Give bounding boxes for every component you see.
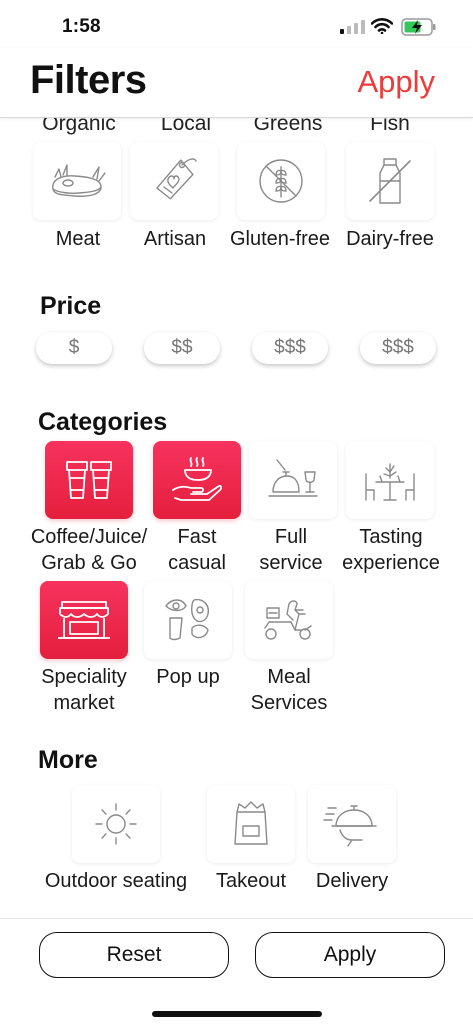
category-label-meal-line2: Services [250,692,328,714]
filter-tile-artisan[interactable] [130,142,218,220]
price-option-2[interactable]: $$ [144,332,220,364]
category-tile-meal-services[interactable] [245,581,333,659]
dairy-free-icon [369,158,411,204]
more-tile-outdoor-seating[interactable] [72,785,160,863]
category-tile-fast-casual[interactable] [153,441,241,519]
reset-button[interactable]: Reset [39,932,229,978]
more-label-delivery: Delivery [315,870,389,892]
apply-button[interactable]: Apply [255,932,445,978]
gluten-free-icon [259,159,303,203]
category-tile-speciality-market[interactable] [40,581,128,659]
filter-label-greens: Greens [253,118,323,135]
header: Filters Apply [0,48,473,118]
filter-label-dairy-free: Dairy-free [346,228,434,250]
coffee-cups-icon [66,461,112,499]
wifi-icon [371,18,393,34]
status-time: 1:58 [62,16,101,37]
categories-section-title: Categories [38,408,168,436]
category-label-speciality-line2: market [53,692,115,714]
pop-up-icon [165,598,209,641]
storefront-icon [58,601,110,639]
takeout-bag-icon [234,801,268,845]
filter-label-fish: Fish [370,118,410,135]
category-tile-tasting-experience[interactable] [346,441,434,519]
filter-tile-meat[interactable] [33,142,121,220]
price-option-1[interactable]: $ [36,332,112,364]
header-apply-button[interactable]: Apply [357,64,435,100]
cloche-wine-icon [268,459,318,497]
category-label-tasting-line1: Tasting [359,526,423,548]
sun-icon [95,803,137,845]
meat-icon [52,164,106,197]
hand-food-icon [172,457,222,501]
more-tile-takeout[interactable] [207,785,295,863]
cellular-signal-icon [340,20,365,34]
price-section-title: Price [40,292,102,320]
category-tile-full-service[interactable] [249,441,337,519]
filter-label-organic: Organic [42,118,116,135]
more-section-title: More [38,746,98,774]
page-title: Filters [30,58,147,102]
more-tile-delivery[interactable] [308,785,396,863]
battery-charging-icon [401,18,436,36]
home-indicator [152,1011,322,1017]
scooter-icon [264,600,312,640]
filter-tile-dairy-free[interactable] [346,142,434,220]
artisan-tag-icon [156,158,197,200]
category-tile-pop-up[interactable] [144,581,232,659]
price-option-4[interactable]: $$$ [360,332,436,364]
filter-label-local: Local [160,118,212,135]
filters-scroll-area[interactable]: Organic Local Greens Fish Meat Artisan G… [0,118,473,918]
delivery-cloche-icon [323,805,377,847]
price-option-3[interactable]: $$$ [252,332,328,364]
category-label-tasting-line2: experience [342,552,440,574]
filter-tile-gluten-free[interactable] [237,142,325,220]
dining-table-icon [365,463,415,501]
category-label-meal-line1: Meal [267,666,311,688]
status-bar: 1:58 [0,0,473,48]
bottom-action-bar: Reset Apply [0,918,473,1024]
category-tile-coffee-juice-grab-go[interactable] [45,441,133,519]
more-label-outdoor-seating: Outdoor seating [44,870,188,892]
